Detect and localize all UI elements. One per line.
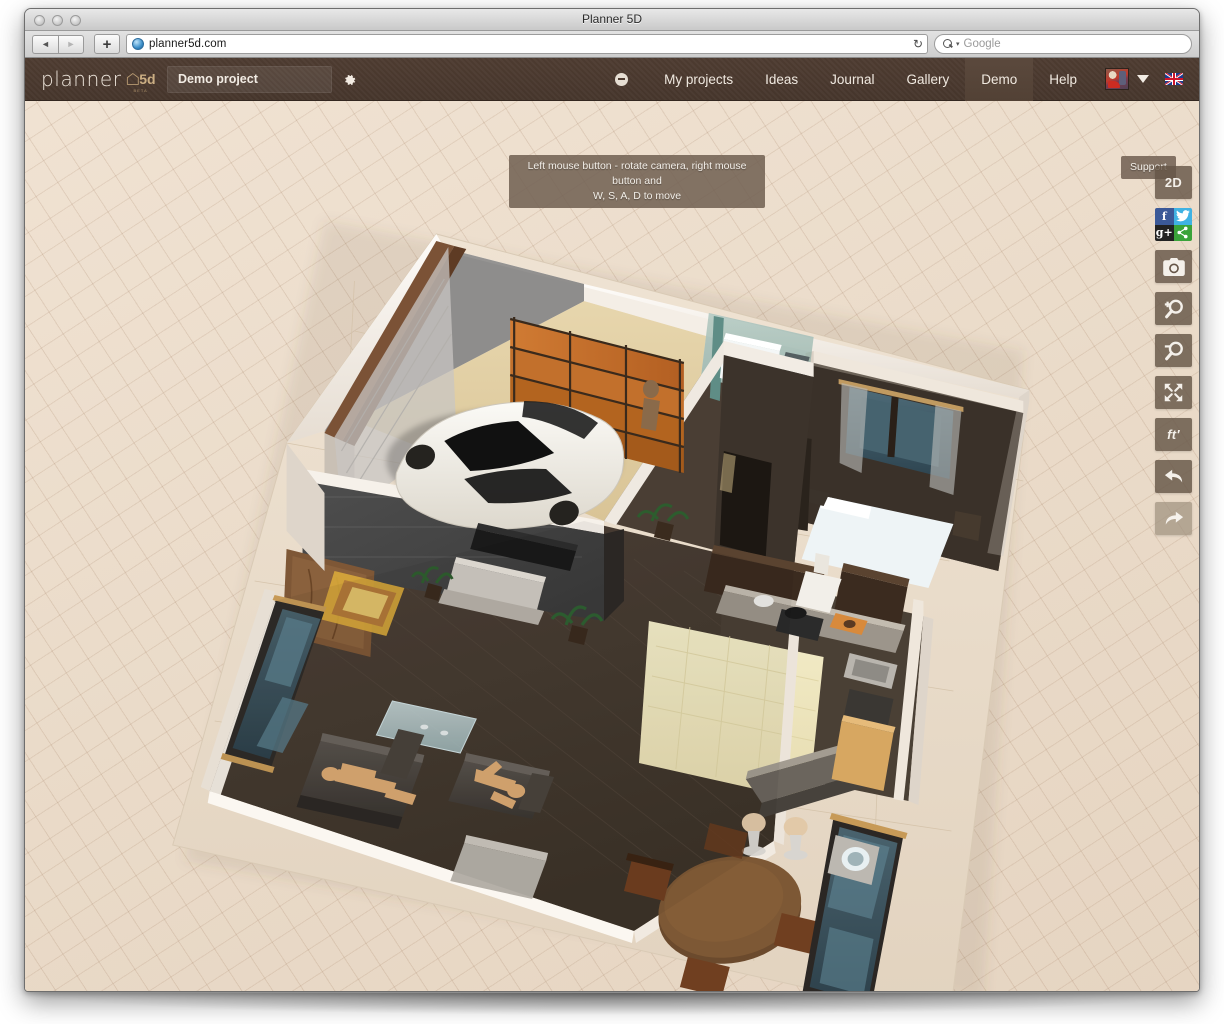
new-tab-button[interactable]: + [94,34,120,54]
units-button[interactable]: ft′ [1155,418,1192,451]
minimize-panel-icon[interactable] [610,68,632,90]
undo-arrow-icon [1163,467,1185,487]
fullscreen-button[interactable] [1155,376,1192,409]
project-name-text: Demo project [178,72,258,86]
forward-button[interactable]: ► [58,35,84,54]
camera-icon [1163,258,1185,276]
redo-arrow-icon [1163,509,1185,529]
units-label: ft′ [1167,427,1180,442]
view-2d-button[interactable]: 2D [1155,166,1192,199]
gear-icon[interactable] [342,73,357,88]
logo-wordmark: planner [41,67,122,91]
search-input[interactable]: ▾ Google [934,34,1192,54]
nav-item-gallery[interactable]: Gallery [890,58,965,101]
redo-button[interactable] [1155,502,1192,535]
window-title-bar: Planner 5D [25,9,1199,31]
nav-item-my-projects[interactable]: My projects [648,58,749,101]
window-title: Planner 5D [25,12,1199,26]
browser-window: Planner 5D ◄ ► + planner5d.com ↻ ▾ Googl… [24,8,1200,992]
url-text: planner5d.com [149,38,226,50]
avatar[interactable] [1105,68,1129,90]
fullscreen-arrows-icon [1163,382,1184,403]
floorplan-3d-render[interactable] [25,101,1199,992]
social-share-group[interactable]: f g+ [1155,208,1192,241]
window-drop-shadow [40,993,1184,1015]
zoom-in-button[interactable] [1155,292,1192,325]
project-name-field[interactable]: Demo project [167,66,332,93]
globe-icon [132,38,144,50]
app-header: planner 5d BETA Demo project [25,58,1199,101]
camera-hint-line-1: Left mouse button - rotate camera, right… [518,159,756,189]
search-icon [943,39,954,50]
zoom-out-button[interactable] [1155,334,1192,367]
nav-item-help[interactable]: Help [1033,58,1093,101]
reload-icon[interactable]: ↻ [913,37,923,51]
screenshot-button[interactable] [1155,250,1192,283]
main-navigation: My projects Ideas Journal Gallery Demo H… [610,58,1199,101]
planner5d-app: planner 5d BETA Demo project [25,58,1199,992]
zoom-out-icon [1163,340,1185,362]
undo-button[interactable] [1155,460,1192,493]
logo-badge-icon: 5d BETA [126,64,156,94]
nav-item-demo[interactable]: Demo [965,58,1033,101]
back-button[interactable]: ◄ [32,35,58,54]
share-icon[interactable] [1174,225,1193,242]
nav-item-journal[interactable]: Journal [814,58,890,101]
google-plus-icon[interactable]: g+ [1155,225,1174,242]
camera-hint-line-2: W, S, A, D to move [518,189,756,204]
planner5d-logo[interactable]: planner 5d BETA [41,64,153,94]
nav-item-ideas[interactable]: Ideas [749,58,814,101]
camera-hint-tooltip: Left mouse button - rotate camera, right… [509,155,765,208]
zoom-in-icon [1163,298,1185,320]
chevron-down-icon[interactable] [1137,75,1149,83]
search-placeholder: Google [964,38,1001,50]
twitter-icon[interactable] [1174,208,1193,225]
logo-badge-subtext: BETA [134,88,148,93]
browser-toolbar: ◄ ► + planner5d.com ↻ ▾ Google [25,31,1199,58]
viewport-toolbar: 2D f g+ [1155,166,1192,535]
view-2d-label: 2D [1165,175,1182,190]
search-dropdown-icon[interactable]: ▾ [956,40,960,48]
3d-viewport[interactable]: Left mouse button - rotate camera, right… [25,101,1199,992]
address-bar[interactable]: planner5d.com ↻ [126,34,928,54]
language-flag-icon[interactable] [1165,73,1183,85]
logo-5d-text: 5d [139,72,155,86]
facebook-icon[interactable]: f [1155,208,1174,225]
